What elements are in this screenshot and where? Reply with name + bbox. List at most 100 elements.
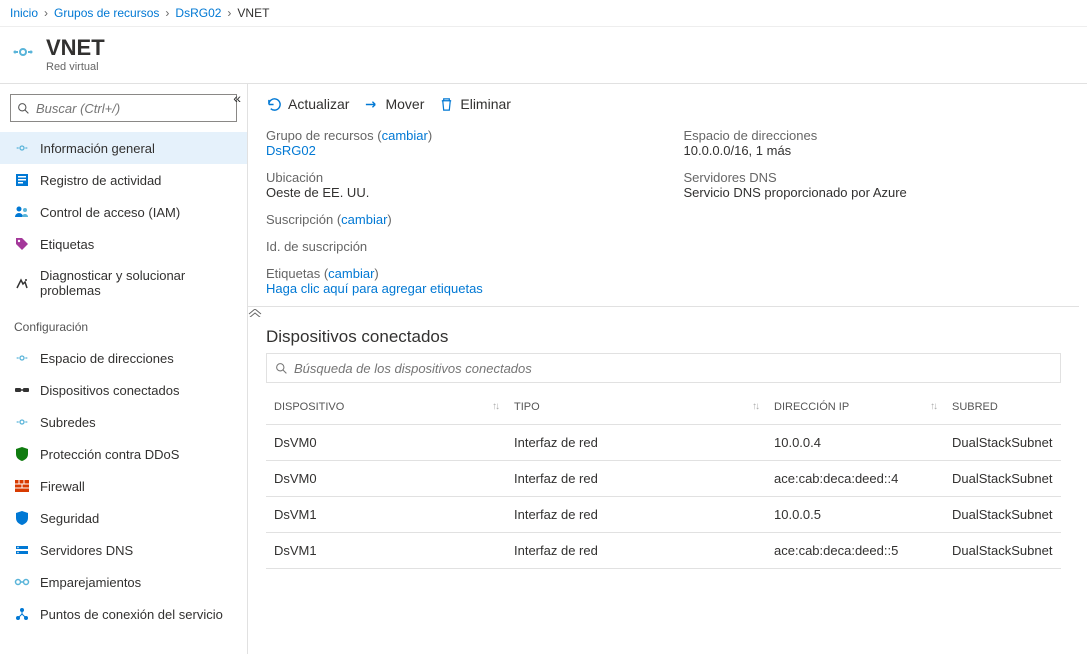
- sidebar-collapse-icon[interactable]: «: [233, 90, 241, 106]
- move-label: Mover: [385, 96, 424, 112]
- tag-icon: [14, 236, 30, 252]
- change-link[interactable]: cambiar: [328, 266, 374, 281]
- table-row[interactable]: DsVM0Interfaz de redace:cab:deca:deed::4…: [266, 461, 1061, 497]
- property-value-link[interactable]: DsRG02: [266, 143, 644, 158]
- peer-icon: [14, 574, 30, 590]
- th-device[interactable]: DISPOSITIVO↑↓: [266, 401, 506, 413]
- breadcrumb-item[interactable]: Inicio: [10, 6, 38, 20]
- firewall-icon: [14, 478, 30, 494]
- search-input[interactable]: [36, 101, 230, 116]
- cell-device: DsVM0: [266, 471, 506, 486]
- cell-subnet: DualStackSubnet: [944, 543, 1061, 558]
- th-ip[interactable]: DIRECCIÓN IP↑↓: [766, 401, 944, 413]
- property-label: Etiquetas (cambiar): [266, 266, 644, 281]
- sidebar-item-label: Registro de actividad: [40, 173, 233, 188]
- delete-button[interactable]: Eliminar: [438, 96, 511, 112]
- sidebar-item-addrspace[interactable]: Espacio de direcciones: [0, 342, 247, 374]
- cell-type: Interfaz de red: [506, 471, 766, 486]
- sidebar-item-subnets[interactable]: Subredes: [0, 406, 247, 438]
- sort-icon: ↑↓: [930, 401, 936, 412]
- main-content: Actualizar Mover Eliminar Grupo de recur…: [248, 84, 1087, 654]
- property-value: Oeste de EE. UU.: [266, 185, 644, 200]
- sidebar-item-connected[interactable]: Dispositivos conectados: [0, 374, 247, 406]
- sidebar: « Información general Registro de activid…: [0, 84, 248, 654]
- sidebar-item-peerings[interactable]: Emparejamientos: [0, 566, 247, 598]
- property-label: Ubicación: [266, 170, 644, 185]
- property-label: Espacio de direcciones: [684, 128, 1062, 143]
- cell-type: Interfaz de red: [506, 507, 766, 522]
- table-row[interactable]: DsVM1Interfaz de red10.0.0.5DualStackSub…: [266, 497, 1061, 533]
- property: Id. de suscripción: [266, 239, 644, 254]
- property-label: Grupo de recursos (cambiar): [266, 128, 644, 143]
- property: UbicaciónOeste de EE. UU.: [266, 170, 644, 200]
- search-icon: [275, 362, 288, 375]
- sidebar-item-ddos[interactable]: Protección contra DDoS: [0, 438, 247, 470]
- cell-device: DsVM1: [266, 543, 506, 558]
- change-link[interactable]: cambiar: [341, 212, 387, 227]
- delete-label: Eliminar: [460, 96, 511, 112]
- sidebar-item-label: Emparejamientos: [40, 575, 233, 590]
- toolbar: Actualizar Mover Eliminar: [248, 84, 1079, 124]
- sort-icon: ↑↓: [492, 401, 498, 412]
- sidebar-item-security[interactable]: Seguridad: [0, 502, 247, 534]
- table-header: DISPOSITIVO↑↓ TIPO↑↓ DIRECCIÓN IP↑↓ SUBR…: [266, 389, 1061, 425]
- shield-icon: [14, 446, 30, 462]
- sidebar-item-label: Información general: [40, 141, 233, 156]
- property-value-link[interactable]: Haga clic aquí para agregar etiquetas: [266, 281, 644, 296]
- sidebar-item-label: Seguridad: [40, 511, 233, 526]
- refresh-icon: [266, 96, 282, 112]
- sidebar-item-overview[interactable]: Información general: [0, 132, 247, 164]
- devices-table: DISPOSITIVO↑↓ TIPO↑↓ DIRECCIÓN IP↑↓ SUBR…: [266, 389, 1061, 569]
- refresh-label: Actualizar: [288, 96, 349, 112]
- sidebar-item-label: Control de acceso (IAM): [40, 205, 233, 220]
- cell-ip: 10.0.0.5: [766, 507, 944, 522]
- sidebar-item-label: Dispositivos conectados: [40, 383, 233, 398]
- property-label: Suscripción (cambiar): [266, 212, 644, 227]
- chevron-right-icon: ›: [44, 6, 48, 20]
- change-link[interactable]: cambiar: [382, 128, 428, 143]
- dns-icon: [14, 542, 30, 558]
- delete-icon: [438, 96, 454, 112]
- sidebar-item-tags[interactable]: Etiquetas: [0, 228, 247, 260]
- subnet-icon: [14, 414, 30, 430]
- sidebar-item-diag[interactable]: Diagnosticar y solucionar problemas: [0, 260, 247, 306]
- th-subnet[interactable]: SUBRED: [944, 401, 1061, 413]
- sidebar-item-iam[interactable]: Control de acceso (IAM): [0, 196, 247, 228]
- cell-device: DsVM0: [266, 435, 506, 450]
- sidebar-item-firewall[interactable]: Firewall: [0, 470, 247, 502]
- plug-icon: [14, 382, 30, 398]
- property: Grupo de recursos (cambiar)DsRG02: [266, 128, 644, 158]
- page-title: VNET: [46, 35, 105, 61]
- property: Espacio de direcciones10.0.0.0/16, 1 más: [684, 128, 1062, 158]
- devices-search-input[interactable]: [294, 361, 1052, 376]
- sidebar-item-activity[interactable]: Registro de actividad: [0, 164, 247, 196]
- table-row[interactable]: DsVM0Interfaz de red10.0.0.4DualStackSub…: [266, 425, 1061, 461]
- diag-icon: [14, 275, 30, 291]
- devices-search[interactable]: [266, 353, 1061, 383]
- devices-title: Dispositivos conectados: [248, 319, 1079, 353]
- property: Suscripción (cambiar): [266, 212, 644, 227]
- move-icon: [363, 96, 379, 112]
- th-type[interactable]: TIPO↑↓: [506, 401, 766, 413]
- cell-type: Interfaz de red: [506, 435, 766, 450]
- move-button[interactable]: Mover: [363, 96, 424, 112]
- breadcrumb-item[interactable]: DsRG02: [175, 6, 221, 20]
- properties-collapse[interactable]: [248, 306, 1079, 319]
- cell-device: DsVM1: [266, 507, 506, 522]
- sidebar-item-label: Diagnosticar y solucionar problemas: [40, 268, 233, 298]
- sort-icon: ↑↓: [752, 401, 758, 412]
- sidebar-item-dns[interactable]: Servidores DNS: [0, 534, 247, 566]
- property-label: Id. de suscripción: [266, 239, 644, 254]
- sidebar-item-endpoints[interactable]: Puntos de conexión del servicio: [0, 598, 247, 630]
- refresh-button[interactable]: Actualizar: [266, 96, 349, 112]
- property: Servidores DNSServicio DNS proporcionado…: [684, 170, 1062, 200]
- sidebar-search[interactable]: [10, 94, 237, 122]
- nav-heading-config: Configuración: [0, 310, 247, 338]
- table-row[interactable]: DsVM1Interfaz de redace:cab:deca:deed::5…: [266, 533, 1061, 569]
- cell-ip: ace:cab:deca:deed::4: [766, 471, 944, 486]
- chevron-right-icon: ›: [165, 6, 169, 20]
- cell-ip: ace:cab:deca:deed::5: [766, 543, 944, 558]
- endpoint-icon: [14, 606, 30, 622]
- title-bar: VNET Red virtual: [0, 27, 1087, 83]
- breadcrumb-item[interactable]: Grupos de recursos: [54, 6, 159, 20]
